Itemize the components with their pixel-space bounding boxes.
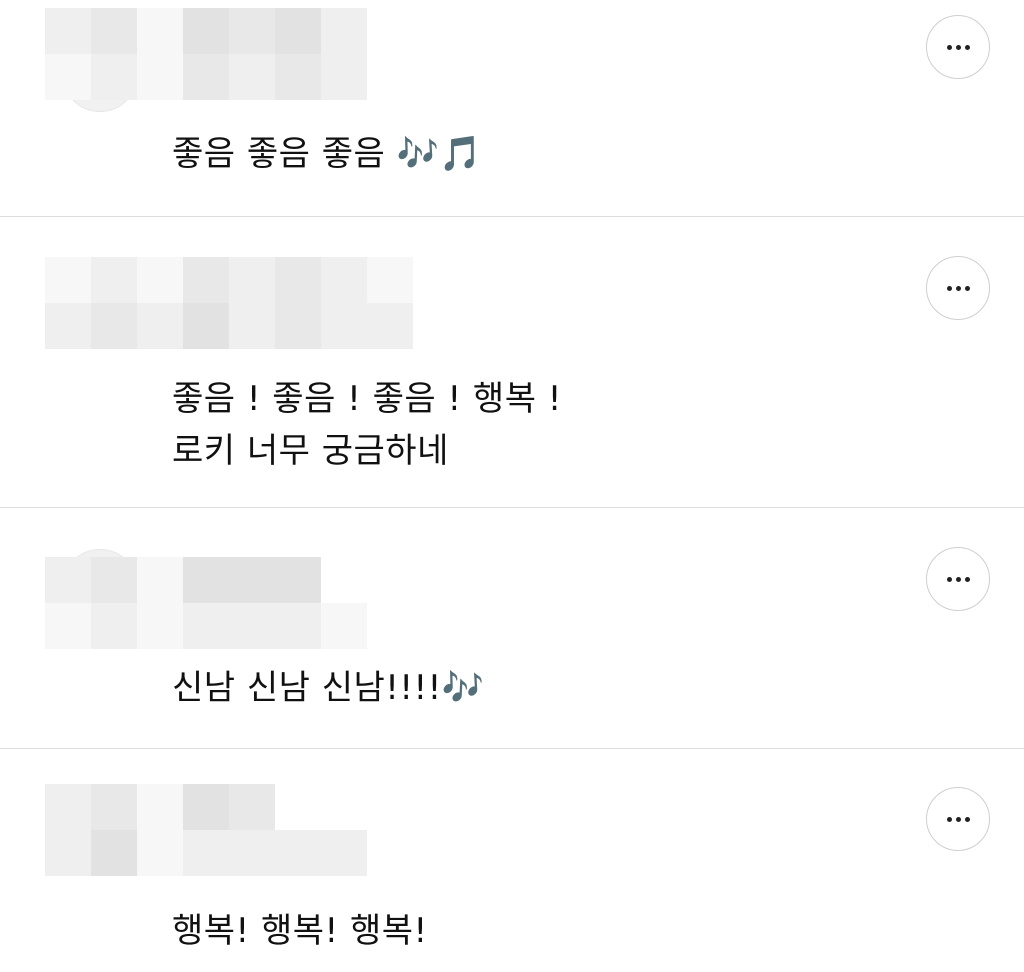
comment-text: 좋음 좋음 좋음 🎶🎵 [172, 134, 483, 174]
more-horizontal-icon [946, 576, 970, 582]
blurred-username [45, 784, 505, 876]
comment-item: 좋음 ! 좋음 ! 좋음 ! 행복 ! 로키 너무 궁금하네 [0, 216, 1024, 507]
comment-item: 좋음 좋음 좋음 🎶🎵 [0, 0, 1024, 216]
comment-text: 행복! 행복! 행복! [172, 911, 428, 951]
comment-text: 신남 신남 신남!!!!🎶 [172, 668, 485, 708]
more-horizontal-icon [946, 816, 970, 822]
comment-list: 좋음 좋음 좋음 🎶🎵 좋음 ! 좋음 ! 좋음 ! 행복 ! 로키 너무 궁금… [0, 0, 1024, 972]
more-options-button[interactable] [926, 547, 990, 611]
comment-item: 행복! 행복! 행복! [0, 748, 1024, 972]
blurred-username [45, 257, 505, 349]
blurred-username [45, 557, 505, 649]
comment-text: 좋음 ! 좋음 ! 좋음 ! 행복 ! 로키 너무 궁금하네 [172, 379, 562, 471]
more-options-button[interactable] [926, 15, 990, 79]
blurred-username [45, 8, 505, 100]
more-horizontal-icon [946, 44, 970, 50]
more-options-button[interactable] [926, 787, 990, 851]
more-horizontal-icon [946, 285, 970, 291]
comment-item: 신남 신남 신남!!!!🎶 [0, 507, 1024, 748]
more-options-button[interactable] [926, 256, 990, 320]
